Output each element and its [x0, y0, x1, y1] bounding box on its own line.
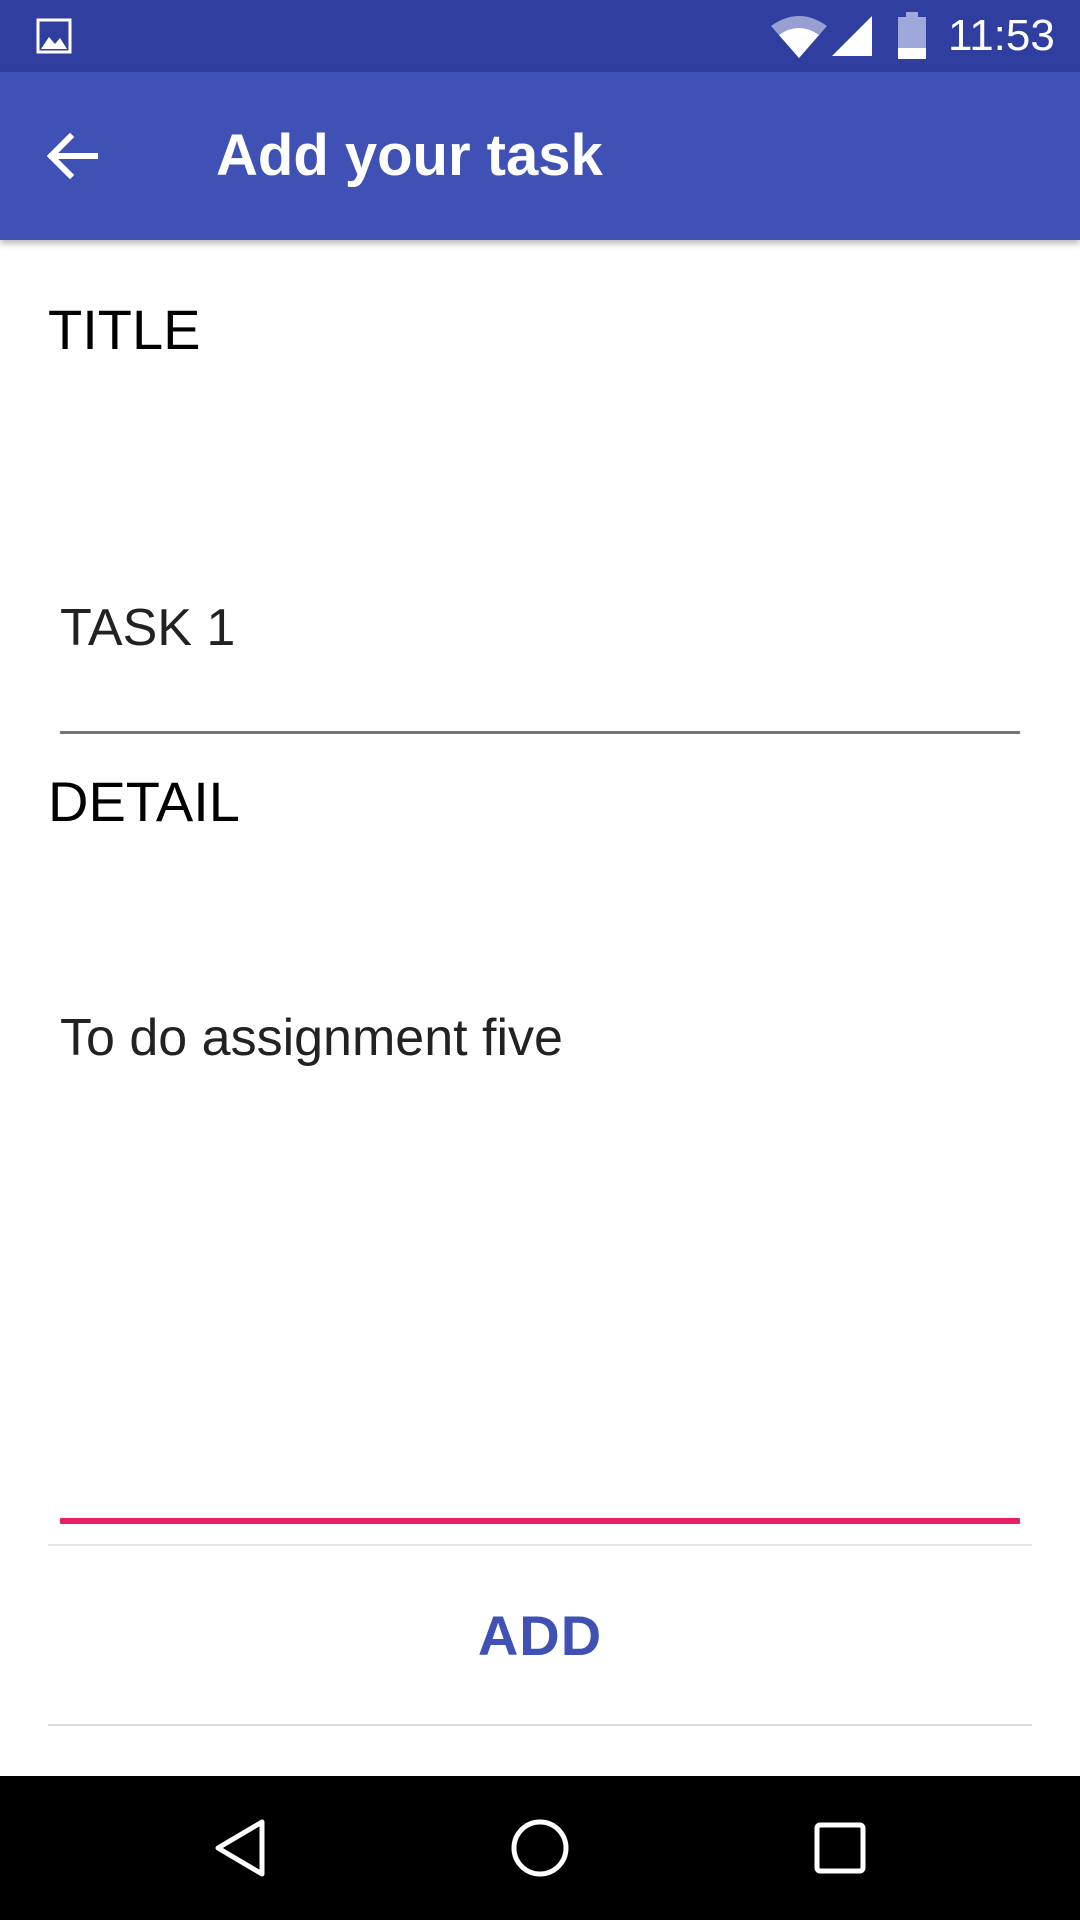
detail-input[interactable]: To do assignment five — [60, 1006, 1020, 1486]
detail-label: DETAIL — [48, 770, 240, 833]
nav-recents-icon — [814, 1822, 866, 1874]
arrow-back-icon — [46, 133, 98, 179]
add-task-screen: 11:53 Add your task TITLE DETAIL To do a… — [0, 0, 1080, 1920]
title-label: TITLE — [48, 298, 201, 361]
nav-home-button[interactable] — [504, 1812, 576, 1884]
nav-back-icon — [215, 1819, 265, 1877]
title-input-underline — [60, 731, 1020, 734]
status-clock: 11:53 — [948, 11, 1055, 60]
gallery-icon — [36, 18, 72, 54]
nav-back-button[interactable] — [204, 1812, 276, 1884]
detail-input-underline — [60, 1518, 1020, 1524]
navigation-bar — [0, 1776, 1080, 1920]
status-bar: 11:53 — [0, 0, 1080, 72]
app-bar: Add your task — [0, 72, 1080, 240]
battery-icon — [898, 12, 926, 59]
page-title: Add your task — [216, 123, 603, 188]
add-button[interactable]: ADD — [48, 1544, 1032, 1726]
back-button[interactable] — [30, 114, 114, 198]
wifi-icon — [771, 16, 827, 58]
nav-home-icon — [511, 1819, 569, 1877]
title-input[interactable] — [60, 596, 1020, 660]
nav-recents-button[interactable] — [804, 1812, 876, 1884]
signal-icon — [832, 16, 872, 56]
